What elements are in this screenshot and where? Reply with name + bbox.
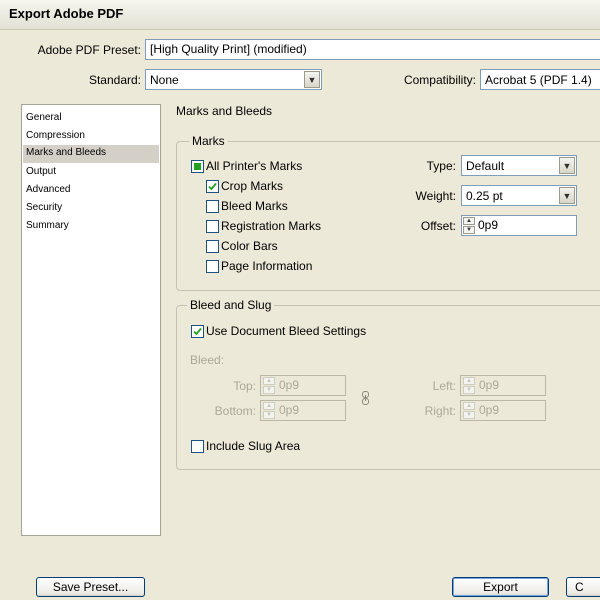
sidebar-item-security[interactable]: Security xyxy=(23,200,159,218)
arrow-down-icon[interactable]: ▼ xyxy=(263,386,275,394)
right-stepper[interactable]: ▲ ▼ xyxy=(463,402,475,419)
marks-group-title: Marks xyxy=(189,134,228,148)
sidebar-item-label: Marks and Bleeds xyxy=(26,147,107,158)
weight-dropdown[interactable]: 0.25 pt ▼ xyxy=(461,185,577,206)
chevron-down-icon[interactable]: ▼ xyxy=(559,187,575,204)
arrow-up-icon[interactable]: ▲ xyxy=(463,217,475,225)
sidebar-item-label: Summary xyxy=(26,220,69,231)
use-document-bleed-label: Use Document Bleed Settings xyxy=(206,324,367,338)
compatibility-value: Acrobat 5 (PDF 1.4) xyxy=(485,73,592,87)
arrow-up-icon[interactable]: ▲ xyxy=(463,377,475,385)
title-bar[interactable]: Export Adobe PDF xyxy=(0,0,600,30)
sidebar-item-compression[interactable]: Compression xyxy=(23,128,159,146)
weight-label: Weight: xyxy=(415,189,456,203)
bleed-label: Bleed: xyxy=(190,353,225,367)
left-label: Left: xyxy=(432,379,456,393)
sidebar-item-label: Security xyxy=(26,202,63,213)
page-information-checkbox[interactable] xyxy=(206,260,219,273)
offset-stepper[interactable]: ▲ ▼ xyxy=(463,217,475,234)
top-stepper[interactable]: ▲ ▼ xyxy=(263,377,275,394)
sidebar-item-label: Advanced xyxy=(26,184,71,195)
sidebar-item-advanced[interactable]: Advanced xyxy=(23,182,159,200)
type-value: Default xyxy=(466,159,505,173)
cancel-button[interactable]: C xyxy=(566,577,600,597)
sidebar-item-label: Output xyxy=(26,166,57,177)
right-value: 0p9 xyxy=(479,403,500,417)
arrow-down-icon[interactable]: ▼ xyxy=(263,411,275,419)
arrow-down-icon[interactable]: ▼ xyxy=(463,226,475,234)
sidebar-item-label: Compression xyxy=(26,130,85,141)
standard-dropdown[interactable]: None ▼ xyxy=(145,69,322,90)
preset-field[interactable]: [High Quality Print] (modified) xyxy=(145,39,600,60)
sidebar: General Compression Marks and Bleeds Out… xyxy=(21,104,161,536)
right-label: Right: xyxy=(424,404,456,418)
sidebar-item-label: General xyxy=(26,112,62,123)
arrow-up-icon[interactable]: ▲ xyxy=(263,377,275,385)
standard-label: Standard: xyxy=(88,73,141,87)
all-printers-marks-label: All Printer's Marks xyxy=(206,159,303,173)
chevron-down-icon[interactable]: ▼ xyxy=(559,157,575,174)
checkmark-icon xyxy=(208,182,217,191)
color-bars-checkbox[interactable] xyxy=(206,240,219,253)
arrow-down-icon[interactable]: ▼ xyxy=(463,386,475,394)
sidebar-item-general[interactable]: General xyxy=(23,110,159,128)
sidebar-item-marks-and-bleeds[interactable]: Marks and Bleeds xyxy=(23,145,159,163)
chevron-down-icon[interactable]: ▼ xyxy=(304,71,320,88)
crop-marks-label: Crop Marks xyxy=(221,179,284,193)
window-title: Export Adobe PDF xyxy=(9,6,124,21)
registration-marks-label: Registration Marks xyxy=(221,219,322,233)
include-slug-checkbox[interactable] xyxy=(191,440,204,453)
preset-label: Adobe PDF Preset: xyxy=(37,43,141,57)
offset-label: Offset: xyxy=(420,219,456,233)
top-value: 0p9 xyxy=(279,378,300,392)
bleed-marks-label: Bleed Marks xyxy=(221,199,288,213)
arrow-up-icon[interactable]: ▲ xyxy=(263,402,275,410)
left-value: 0p9 xyxy=(479,378,500,392)
bottom-label: Bottom: xyxy=(214,404,256,418)
page-information-label: Page Information xyxy=(221,259,313,273)
type-label: Type: xyxy=(426,159,456,173)
arrow-up-icon[interactable]: ▲ xyxy=(463,402,475,410)
color-bars-label: Color Bars xyxy=(221,239,278,253)
compatibility-dropdown[interactable]: Acrobat 5 (PDF 1.4) xyxy=(480,69,600,90)
type-dropdown[interactable]: Default ▼ xyxy=(461,155,577,176)
bottom-value: 0p9 xyxy=(279,403,300,417)
all-printers-marks-checkbox[interactable] xyxy=(191,160,204,173)
offset-value: 0p9 xyxy=(478,218,499,232)
weight-value: 0.25 pt xyxy=(466,189,503,203)
arrow-down-icon[interactable]: ▼ xyxy=(463,411,475,419)
checkmark-icon xyxy=(193,327,202,336)
use-document-bleed-checkbox[interactable] xyxy=(191,325,204,338)
chain-link-icon[interactable] xyxy=(362,391,369,405)
bleed-marks-checkbox[interactable] xyxy=(206,200,219,213)
sidebar-item-output[interactable]: Output xyxy=(23,164,159,182)
standard-value: None xyxy=(150,73,179,87)
bottom-stepper[interactable]: ▲ ▼ xyxy=(263,402,275,419)
bleed-slug-group-title: Bleed and Slug xyxy=(187,298,275,312)
export-button[interactable]: Export xyxy=(452,577,549,597)
panel-heading: Marks and Bleeds xyxy=(176,104,273,118)
crop-marks-checkbox[interactable] xyxy=(206,180,219,193)
offset-field[interactable]: 0p9 xyxy=(461,215,577,236)
top-label: Top: xyxy=(233,379,256,393)
preset-value: [High Quality Print] (modified) xyxy=(150,42,307,56)
sidebar-item-summary[interactable]: Summary xyxy=(23,218,159,236)
include-slug-label: Include Slug Area xyxy=(206,439,301,453)
left-stepper[interactable]: ▲ ▼ xyxy=(463,377,475,394)
save-preset-button[interactable]: Save Preset... xyxy=(36,577,145,597)
registration-marks-checkbox[interactable] xyxy=(206,220,219,233)
compatibility-label: Compatibility: xyxy=(403,73,476,87)
